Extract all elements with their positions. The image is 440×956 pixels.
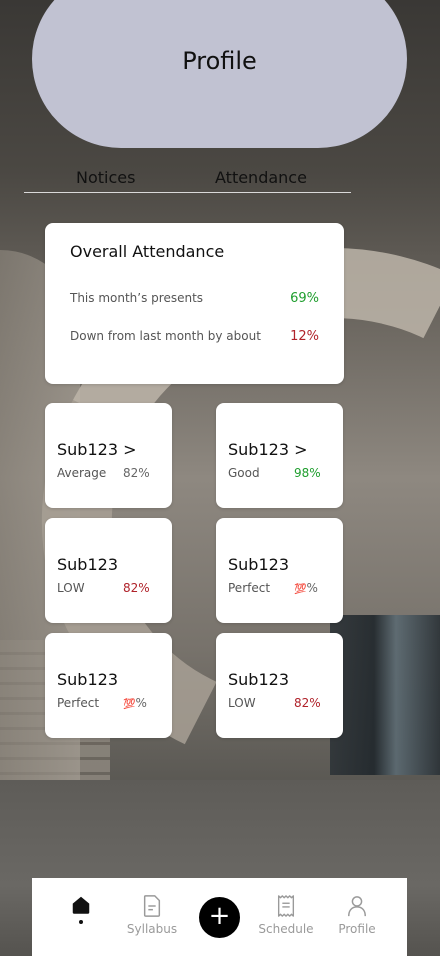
tab-attendance[interactable]: Attendance: [215, 168, 307, 187]
tab-notices[interactable]: Notices: [76, 168, 135, 187]
active-indicator: [79, 920, 83, 924]
profile-header: Profile: [32, 0, 407, 148]
monthly-presents-row: This month’s presents 69%: [70, 291, 319, 306]
change-from-last-month-row: Down from last month by about 12%: [70, 329, 319, 344]
bottom-nav: Syllabus + Schedule Profile: [32, 878, 407, 956]
page-title: Profile: [182, 47, 257, 75]
subject-name: Sub123 >: [57, 440, 137, 459]
hundred-points-icon: 💯: [123, 699, 136, 710]
subject-name: Sub123: [228, 555, 289, 574]
nav-profile-label: Profile: [338, 922, 376, 936]
subject-name: Sub123: [228, 670, 289, 689]
subject-card[interactable]: Sub123 Perfect 💯%: [45, 633, 172, 738]
add-button[interactable]: +: [199, 897, 240, 938]
background-glass: [330, 615, 440, 775]
nav-syllabus-label: Syllabus: [126, 922, 178, 936]
subject-card[interactable]: Sub123 LOW 82%: [45, 518, 172, 623]
change-from-last-month-value: 12%: [290, 329, 319, 344]
subject-status: Perfect: [228, 581, 271, 595]
subject-card[interactable]: Sub123 > Good 98%: [216, 403, 343, 508]
nav-profile[interactable]: Profile: [327, 894, 387, 936]
subject-name: Sub123: [57, 670, 118, 689]
subject-card[interactable]: Sub123 > Average 82%: [45, 403, 172, 508]
subject-value: 💯%: [294, 581, 318, 595]
home-icon: [72, 896, 90, 914]
subject-value: 82%: [123, 466, 150, 480]
subject-name: Sub123 >: [228, 440, 308, 459]
nav-home[interactable]: [51, 894, 111, 924]
overall-attendance-card: Overall Attendance This month’s presents…: [45, 223, 344, 384]
change-from-last-month-label: Down from last month by about: [70, 329, 261, 343]
monthly-presents-value: 69%: [290, 291, 319, 306]
subject-value: 98%: [294, 466, 321, 480]
subject-value: 82%: [294, 696, 321, 710]
subject-status: Average: [57, 466, 107, 480]
user-icon: [348, 896, 366, 917]
subject-name: Sub123: [57, 555, 118, 574]
overall-attendance-heading: Overall Attendance: [70, 242, 225, 261]
subject-status: Perfect: [57, 696, 100, 710]
subject-status: Good: [228, 466, 260, 480]
subject-status: LOW: [57, 581, 85, 595]
document-icon: [143, 895, 161, 917]
subject-value: 82%: [123, 581, 150, 595]
nav-syllabus[interactable]: Syllabus: [122, 894, 182, 936]
monthly-presents-label: This month’s presents: [70, 291, 204, 305]
subject-card[interactable]: Sub123 LOW 82%: [216, 633, 343, 738]
subject-status: LOW: [228, 696, 256, 710]
subject-value: 💯%: [123, 696, 147, 710]
hundred-points-icon: 💯: [294, 584, 307, 595]
nav-schedule[interactable]: Schedule: [256, 894, 316, 936]
nav-schedule-label: Schedule: [258, 922, 314, 936]
tab-bar: Notices Attendance: [24, 168, 351, 193]
subject-card[interactable]: Sub123 Perfect 💯%: [216, 518, 343, 623]
receipt-icon: [277, 895, 295, 917]
